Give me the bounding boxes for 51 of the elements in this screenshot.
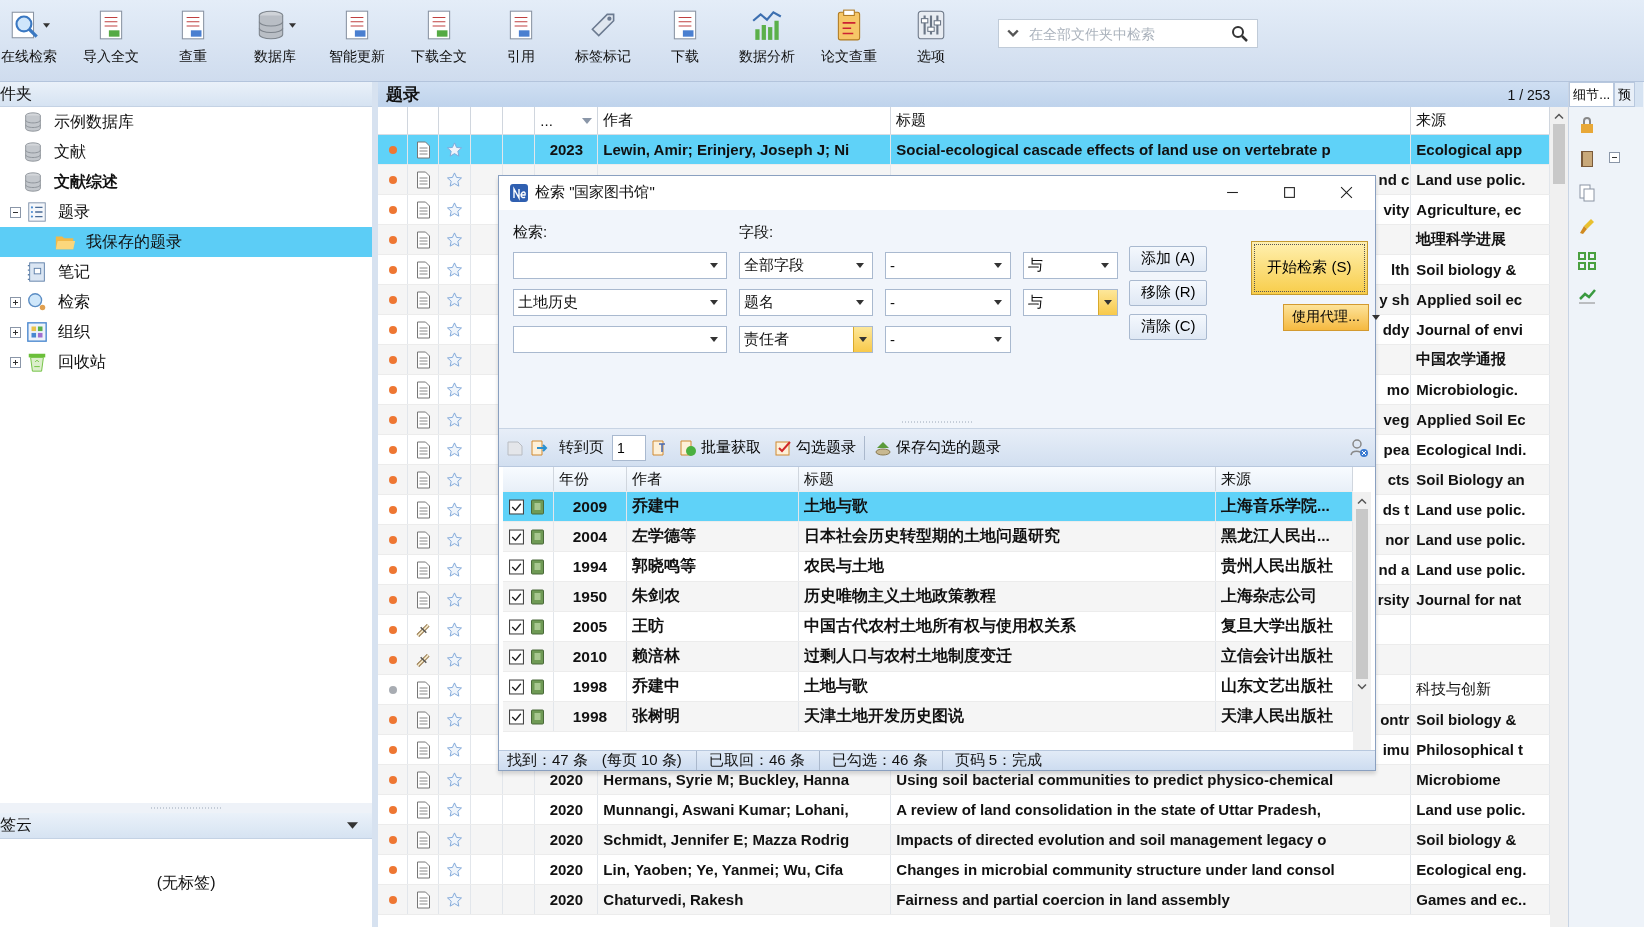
table-cell: 2004 — [554, 522, 627, 551]
table-cell: Chaturvedi, Rakesh — [598, 885, 892, 914]
table-cell: Fairness and partial coercion in land assembly — [891, 885, 1412, 914]
table-cell: 2020 — [535, 855, 599, 884]
table-cell: 郭晓鸣等 — [627, 552, 799, 581]
table-cell: Social-ecological cascade effects of land use on vertebrate p — [891, 135, 1412, 164]
table-cell: 日本社会历史转型期的土地问题研究 — [799, 522, 1216, 551]
table-cell: 赖涪林 — [627, 642, 799, 671]
table-cell: 1998 — [554, 702, 627, 731]
table-cell: 土地与歌 — [799, 672, 1216, 701]
table-cell: Changes in microbial community structure under land consol — [891, 855, 1412, 884]
table-cell: 1998 — [554, 672, 627, 701]
status-text: 页码 5：完成 — [941, 751, 1057, 770]
table-cell: 2023 — [535, 135, 599, 164]
page-counter: 1 / 253 — [1507, 86, 1551, 103]
panel-title: 件夹 — [0, 83, 32, 104]
table-cell: 2010 — [554, 642, 627, 671]
table-cell: 2020 — [535, 795, 599, 824]
dialog-title: 检索 "国家图书馆" — [535, 183, 656, 203]
table-cell: Impacts of directed evolution and soil management legacy o — [891, 825, 1412, 854]
table-cell: Schmidt, Jennifer E; Mazza Rodrig — [598, 825, 892, 854]
table-cell: 农民与土地 — [799, 552, 1216, 581]
table-cell: 朱剑农 — [627, 582, 799, 611]
toolbar-label: 转到页 — [559, 438, 604, 458]
table-cell: 2009 — [554, 492, 627, 521]
table-cell: 乔建中 — [627, 492, 799, 521]
panel-title: 题录 — [386, 84, 421, 106]
field-label: 检索: — [513, 221, 549, 242]
table-cell: 2020 — [535, 885, 599, 914]
table-cell: Munnangi, Aswani Kumar; Lohani, — [598, 795, 892, 824]
table-cell: 1950 — [554, 582, 627, 611]
table-cell: 过剩人口与农村土地制度变迁 — [799, 642, 1216, 671]
table-cell: 天津土地开发历史图说 — [799, 702, 1216, 731]
field-label: 字段: — [739, 221, 775, 242]
status-text: 已勾选：46 条 — [818, 751, 942, 770]
table-cell: 1994 — [554, 552, 627, 581]
table-cell: Lin, Yaoben; Ye, Yanmei; Wu, Cifa — [598, 855, 892, 884]
table-cell: 左学德等 — [627, 522, 799, 551]
table-cell: 中国古代农村土地所有权与使用权关系 — [799, 612, 1216, 641]
empty-message: (无标签) — [156, 872, 216, 893]
table-cell: 土地与歌 — [799, 492, 1216, 521]
table-cell: A review of land consolidation in the state of Uttar Pradesh, — [891, 795, 1412, 824]
table-cell: 历史唯物主义土地政策教程 — [799, 582, 1216, 611]
table-cell: 张树明 — [627, 702, 799, 731]
panel-title: 签云 — [0, 815, 32, 835]
table-cell: Lewin, Amir; Erinjery, Joseph J; Ni — [598, 135, 892, 164]
status-text: 已取回：46 条 — [695, 751, 819, 770]
table-cell: 王昉 — [627, 612, 799, 641]
table-cell: 2005 — [554, 612, 627, 641]
table-cell: 2020 — [535, 825, 599, 854]
table-cell: 乔建中 — [627, 672, 799, 701]
